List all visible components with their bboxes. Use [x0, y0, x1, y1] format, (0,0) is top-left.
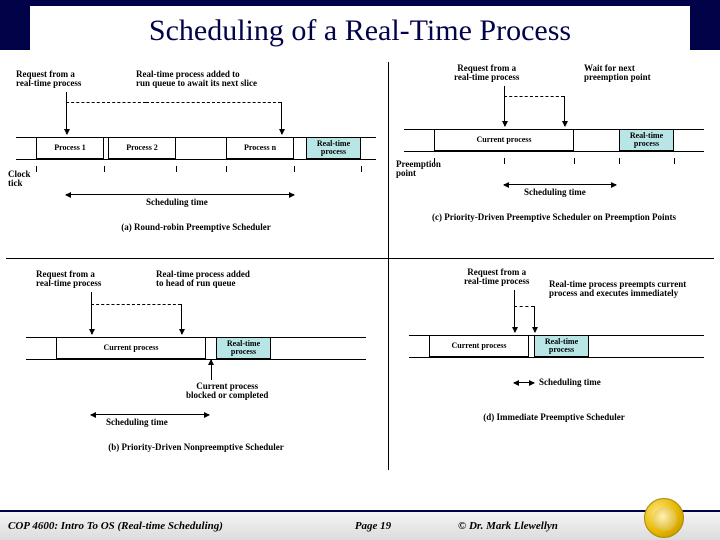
box-p1: Process 1 [36, 137, 104, 159]
arrow-request [514, 290, 515, 332]
timeline-bot [409, 357, 704, 358]
arrow-request [91, 292, 92, 334]
arrow-preempt [564, 96, 565, 126]
footer-course: COP 4600: Intro To OS (Real-time Schedul… [8, 520, 308, 532]
box-rt: Real-time process [306, 137, 361, 159]
caption-b: (b) Priority-Driven Nonpreemptive Schedu… [6, 442, 386, 452]
box-cur: Current process [434, 129, 574, 151]
sched-arrow [66, 194, 294, 195]
dash-1 [504, 96, 564, 97]
panel-a: Request from a real-time process Real-ti… [6, 62, 386, 257]
panel-d: Request from a real-time process Real-ti… [394, 262, 714, 470]
box-rt: Real-time process [216, 337, 271, 359]
box-rt: Real-time process [619, 129, 674, 151]
timeline-bot [26, 359, 366, 360]
dash-1 [514, 306, 534, 307]
caption-a: (a) Round-robin Preemptive Scheduler [6, 222, 386, 232]
timeline-bot [404, 151, 704, 152]
footer: COP 4600: Intro To OS (Real-time Schedul… [0, 510, 720, 540]
box-p2: Process 2 [108, 137, 176, 159]
label-sched: Scheduling time [106, 418, 168, 427]
label-added: Real-time process added to head of run q… [156, 270, 250, 289]
label-clock: Clock tick [8, 170, 31, 189]
arrow-blocked [211, 360, 212, 380]
box-rt: Real-time process [534, 335, 589, 357]
label-added: Real-time process added to run queue to … [136, 70, 257, 89]
label-sched: Scheduling time [539, 378, 601, 387]
slide-title: Scheduling of a Real-Time Process [30, 6, 690, 64]
diagram-grid: Request from a real-time process Real-ti… [6, 62, 714, 472]
arrow-queue [181, 304, 182, 334]
label-request: Request from a real-time process [36, 270, 101, 289]
label-sched: Scheduling time [524, 188, 586, 197]
panel-b: Request from a real-time process Real-ti… [6, 262, 386, 470]
label-request: Request from a real-time process [454, 64, 519, 83]
label-preempts: Real-time process preempts current proce… [549, 280, 686, 299]
dash-1 [91, 304, 181, 305]
footer-page: Page 19 [308, 520, 438, 532]
label-wait: Wait for next preemption point [584, 64, 651, 83]
sched-arrow [504, 184, 616, 185]
label-blocked: Current process blocked or completed [186, 382, 268, 401]
panel-c: Request from a real-time process Wait fo… [394, 62, 714, 257]
label-request: Request from a real-time process [16, 70, 81, 89]
arrow-request [66, 92, 67, 134]
arrow-request [504, 86, 505, 126]
arrow-queue [281, 102, 282, 134]
slide: Scheduling of a Real-Time Process Reques… [0, 0, 720, 540]
dash-path-2 [146, 102, 281, 103]
box-cur: Current process [56, 337, 206, 359]
timeline-bot [16, 159, 376, 160]
dash-path-1 [66, 102, 146, 103]
box-pn: Process n [226, 137, 294, 159]
box-cur: Current process [429, 335, 529, 357]
ucf-logo-icon [644, 498, 684, 538]
label-sched: Scheduling time [146, 198, 208, 207]
sched-arrow [514, 382, 534, 383]
label-request: Request from a real-time process [464, 268, 529, 287]
caption-d: (d) Immediate Preemptive Scheduler [394, 412, 714, 422]
sched-arrow [91, 414, 209, 415]
arrow-imm [534, 306, 535, 332]
caption-c: (c) Priority-Driven Preemptive Scheduler… [394, 212, 714, 222]
